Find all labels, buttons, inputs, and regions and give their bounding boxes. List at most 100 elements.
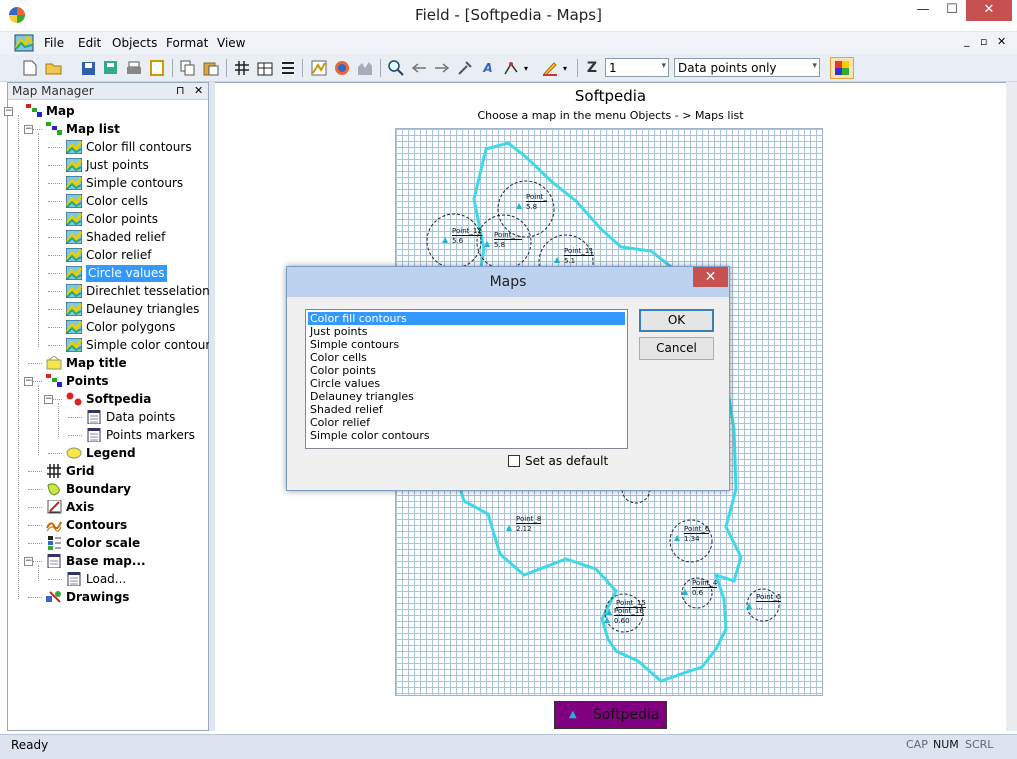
new-icon[interactable]	[20, 58, 40, 78]
save-as-icon[interactable]	[101, 58, 121, 78]
arrow-left-icon[interactable]	[409, 58, 429, 78]
tree-item-delauney-triangles[interactable]: Delauney triangles	[86, 301, 199, 318]
status-text: Ready	[11, 738, 49, 752]
tree-item-legend[interactable]: Legend	[86, 445, 136, 462]
save-icon[interactable]	[78, 58, 98, 78]
point-value-label: 1.34	[684, 535, 700, 543]
dialog-close-button[interactable]: ✕	[693, 267, 728, 287]
tree-item-color-fill-contours[interactable]: Color fill contours	[86, 139, 192, 156]
zoom-icon[interactable]	[386, 58, 406, 78]
tree-item-just-points[interactable]: Just points	[86, 157, 149, 174]
list-item[interactable]: Just points	[308, 325, 625, 338]
tree-item-boundary[interactable]: Boundary	[66, 481, 131, 498]
cancel-button[interactable]: Cancel	[639, 337, 714, 360]
collapse-toggle[interactable]: −	[24, 125, 33, 134]
legend-box[interactable]: ▲ Softpedia	[554, 701, 667, 729]
list-item[interactable]: Color cells	[308, 351, 625, 364]
ok-button[interactable]: OK	[639, 309, 714, 332]
pen-icon[interactable]	[540, 58, 560, 78]
panel-close-icon[interactable]: ✕	[194, 84, 203, 97]
palette-icon[interactable]	[830, 57, 854, 79]
menu-format[interactable]: Format	[166, 36, 208, 50]
map-view-icon[interactable]	[309, 58, 329, 78]
list-item[interactable]: Circle values	[308, 377, 625, 390]
tree-item-base-map[interactable]: Base map...	[66, 553, 146, 570]
point-value-label: 2.12	[516, 525, 532, 533]
tree-item-points-markers[interactable]: Points markers	[106, 427, 195, 444]
display-mode-select[interactable]: Data points only ▾	[674, 58, 820, 77]
list-item[interactable]: Simple contours	[308, 338, 625, 351]
map-type-icon	[66, 140, 82, 154]
polyline-icon[interactable]	[501, 58, 521, 78]
tree-item-shaded-relief[interactable]: Shaded relief	[86, 229, 165, 246]
mdi-restore-button[interactable]: ▫	[980, 35, 987, 48]
dialog-title: Maps	[287, 267, 729, 297]
collapse-toggle[interactable]: −	[44, 395, 53, 404]
table-icon	[87, 428, 101, 442]
tree-item-points[interactable]: Points	[66, 373, 109, 390]
point-value-label: 5.8	[494, 241, 506, 249]
tree-item-map-list[interactable]: Map list	[66, 121, 120, 138]
page-icon[interactable]	[147, 58, 167, 78]
grid-icon[interactable]	[232, 58, 252, 78]
tree-item-axis[interactable]: Axis	[66, 499, 94, 516]
copy-icon[interactable]	[178, 58, 198, 78]
chevron-down-icon[interactable]: ▾	[812, 61, 817, 71]
tree-item-simple-color-contours[interactable]: Simple color contours	[86, 337, 217, 354]
dropdown-arrow-icon[interactable]: ▾	[521, 58, 531, 78]
vertical-scrollbar[interactable]	[1006, 82, 1017, 731]
menu-file[interactable]: File	[44, 36, 64, 50]
close-button[interactable]: ✕	[966, 0, 1012, 21]
tree-item-color-polygons[interactable]: Color polygons	[86, 319, 175, 336]
maps-listbox[interactable]: Color fill contours Just points Simple con…	[305, 309, 628, 449]
mdi-close-button[interactable]: ✕	[997, 35, 1006, 48]
list-item[interactable]: Shaded relief	[308, 403, 625, 416]
list-item[interactable]: Color fill contours	[308, 312, 625, 325]
pin-icon[interactable]: ⊓	[176, 84, 185, 97]
menu-view[interactable]: View	[217, 36, 245, 50]
collapse-toggle[interactable]: −	[24, 377, 33, 386]
list-item[interactable]: Color relief	[308, 416, 625, 429]
menu-objects[interactable]: Objects	[112, 36, 157, 50]
menu-edit[interactable]: Edit	[78, 36, 101, 50]
surface-icon[interactable]	[355, 58, 375, 78]
tree-item-simple-contours[interactable]: Simple contours	[86, 175, 183, 192]
open-icon[interactable]	[44, 58, 64, 78]
dropdown-arrow-icon[interactable]: ▾	[560, 58, 570, 78]
list-icon[interactable]	[278, 58, 298, 78]
tree-item-drawings[interactable]: Drawings	[66, 589, 129, 606]
set-default-checkbox[interactable]	[508, 455, 520, 467]
tree-item-circle-values[interactable]: Circle values	[86, 265, 167, 282]
tree-item-color-relief[interactable]: Color relief	[86, 247, 151, 264]
chevron-down-icon[interactable]: ▾	[661, 61, 666, 71]
tree-item-softpedia[interactable]: Softpedia	[86, 391, 151, 408]
tree-item-data-points[interactable]: Data points	[106, 409, 175, 426]
tree-item-direchlet-tesselations[interactable]: Direchlet tesselations	[86, 283, 216, 300]
3d-view-icon[interactable]	[332, 58, 352, 78]
tree-item-contours[interactable]: Contours	[66, 517, 127, 534]
tree-item-grid[interactable]: Grid	[66, 463, 94, 480]
document-icon[interactable]	[14, 34, 34, 52]
list-item[interactable]: Delauney triangles	[308, 390, 625, 403]
tree-item-map-title[interactable]: Map title	[66, 355, 127, 372]
list-item[interactable]: Color points	[308, 364, 625, 377]
tool-icon[interactable]	[455, 58, 475, 78]
text-tool-icon[interactable]: A	[478, 58, 498, 78]
maximize-button[interactable]: ☐	[938, 0, 966, 21]
paste-icon[interactable]	[201, 58, 221, 78]
list-item[interactable]: Simple color contours	[308, 429, 625, 442]
collapse-toggle[interactable]: −	[24, 557, 33, 566]
arrow-right-icon[interactable]	[432, 58, 452, 78]
tree-item-color-scale[interactable]: Color scale	[66, 535, 140, 552]
map-type-icon	[66, 212, 82, 226]
minimize-button[interactable]: —	[908, 0, 938, 21]
mdi-minimize-button[interactable]: _	[964, 34, 970, 47]
print-icon[interactable]	[124, 58, 144, 78]
tree-item-map[interactable]: Map	[46, 103, 75, 120]
tree-item-color-cells[interactable]: Color cells	[86, 193, 148, 210]
z-level-select[interactable]: 1 ▾	[605, 58, 669, 77]
layout-icon[interactable]	[255, 58, 275, 78]
tree-item-load[interactable]: Load...	[86, 571, 126, 588]
tree-item-color-points[interactable]: Color points	[86, 211, 158, 228]
collapse-toggle[interactable]: −	[4, 107, 13, 116]
